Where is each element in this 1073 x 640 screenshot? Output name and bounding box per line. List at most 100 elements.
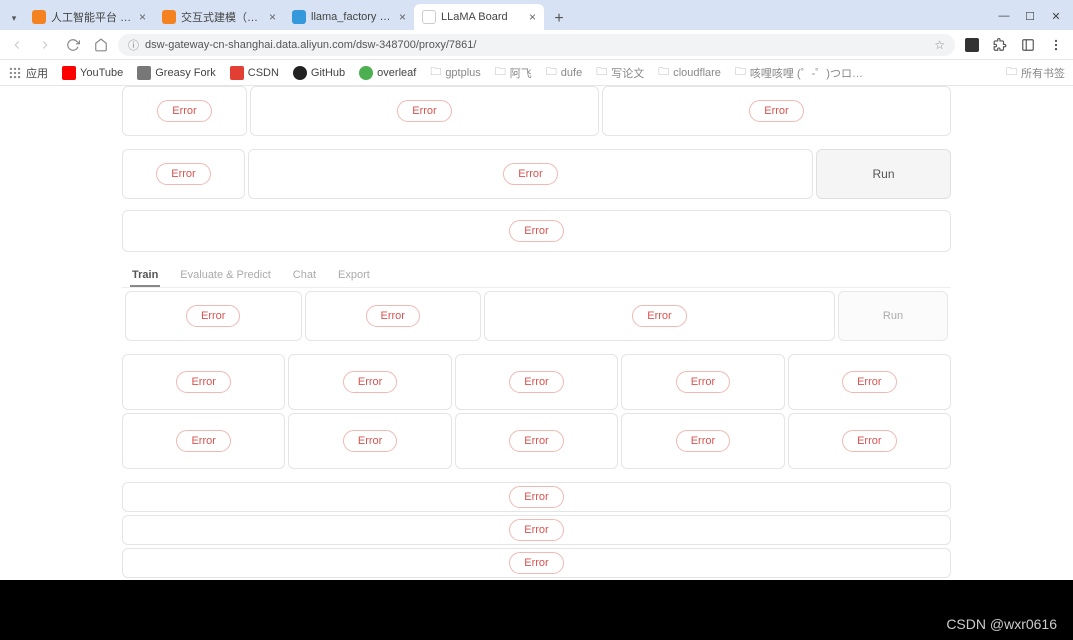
bookmarks-bar: 应用 YouTube Greasy Fork CSDN GitHub overl… <box>0 60 1073 86</box>
bookmark-folder[interactable]: 🗀写论文 <box>596 63 644 82</box>
folder-icon: 🗀 <box>596 63 607 82</box>
bookmark-label: 所有书签 <box>1021 65 1065 81</box>
panel: Error <box>122 354 285 410</box>
bookmark-label: overleaf <box>377 67 416 79</box>
bookmark-label: GitHub <box>311 67 345 79</box>
browser-tab[interactable]: 人工智能平台 PAI_机器学习… × <box>24 4 154 30</box>
panel: Error <box>484 291 835 341</box>
tab-favicon <box>162 10 176 24</box>
bookmark-label: YouTube <box>80 67 123 79</box>
close-window-button[interactable]: ✕ <box>1043 2 1069 30</box>
error-badge: Error <box>509 519 563 541</box>
folder-icon: 🗀 <box>495 63 506 82</box>
browser-tab[interactable]: llama_factory · DSW × <box>284 4 414 30</box>
error-badge: Error <box>632 305 686 327</box>
site-info-icon[interactable]: ⓘ <box>128 37 139 53</box>
panel: Error <box>122 210 951 252</box>
folder-icon: 🗀 <box>1006 63 1017 82</box>
bookmark-label: 应用 <box>26 65 48 81</box>
tab-evaluate[interactable]: Evaluate & Predict <box>178 265 273 287</box>
panel: Error <box>788 413 951 469</box>
sidebar-icon[interactable] <box>1017 34 1039 56</box>
panel: Error <box>602 86 951 136</box>
reload-button[interactable] <box>62 34 84 56</box>
bookmark-folder[interactable]: 🗀 dufe <box>546 63 582 82</box>
folder-icon: 🗀 <box>546 63 557 82</box>
close-icon[interactable]: × <box>269 10 276 24</box>
panel: Error <box>122 515 951 545</box>
panel: Error <box>122 413 285 469</box>
error-badge: Error <box>503 163 557 185</box>
tab-title: llama_factory · DSW <box>311 11 394 23</box>
folder-icon: 🗀 <box>430 63 441 82</box>
bookmark-label: gptplus <box>445 67 480 79</box>
back-button[interactable] <box>6 34 28 56</box>
bookmark-folder[interactable]: 🗀阿飞 <box>495 63 532 82</box>
extensions-puzzle-icon[interactable] <box>989 34 1011 56</box>
bookmark-item[interactable]: YouTube <box>62 66 123 80</box>
panel: Error <box>455 354 618 410</box>
run-button-secondary[interactable]: Run <box>838 291 948 341</box>
overleaf-icon <box>359 66 373 80</box>
bookmark-label: dufe <box>561 67 582 79</box>
bookmark-all-folder[interactable]: 🗀所有书签 <box>1006 63 1065 82</box>
error-badge: Error <box>509 371 563 393</box>
csdn-icon <box>230 66 244 80</box>
star-icon[interactable]: ☆ <box>934 38 945 52</box>
panel: Error <box>455 413 618 469</box>
tab-chat[interactable]: Chat <box>291 265 318 287</box>
tab-train[interactable]: Train <box>130 265 160 287</box>
panel: Error <box>250 86 599 136</box>
panel: Error <box>788 354 951 410</box>
bookmark-folder[interactable]: 🗀 gptplus <box>430 63 480 82</box>
bookmark-item[interactable]: Greasy Fork <box>137 66 216 80</box>
bookmark-item[interactable]: overleaf <box>359 66 416 80</box>
tab-title: LLaMA Board <box>441 11 524 23</box>
error-badge: Error <box>749 100 803 122</box>
address-bar: ⓘ dsw-gateway-cn-shanghai.data.aliyun.co… <box>0 30 1073 60</box>
run-button[interactable]: Run <box>816 149 951 199</box>
tab-export[interactable]: Export <box>336 265 372 287</box>
close-icon[interactable]: × <box>399 10 406 24</box>
bookmark-label: CSDN <box>248 67 279 79</box>
bookmark-label: Greasy Fork <box>155 67 216 79</box>
panel: Error <box>122 86 247 136</box>
error-badge: Error <box>366 305 420 327</box>
bookmark-item[interactable]: GitHub <box>293 66 345 80</box>
error-badge: Error <box>842 430 896 452</box>
error-badge: Error <box>676 430 730 452</box>
greasyfork-icon <box>137 66 151 80</box>
url-field[interactable]: ⓘ dsw-gateway-cn-shanghai.data.aliyun.co… <box>118 34 955 56</box>
bookmark-apps[interactable]: 应用 <box>8 65 48 81</box>
close-icon[interactable]: × <box>529 10 536 24</box>
error-badge: Error <box>176 371 230 393</box>
browser-tab-strip: ▾ 人工智能平台 PAI_机器学习… × 交互式建模（DSW） × llama_… <box>0 0 1073 30</box>
bookmark-folder[interactable]: 🗀咳哩咳哩 (゜-゜)つロ… <box>735 63 863 82</box>
tab-title: 交互式建模（DSW） <box>181 9 264 25</box>
panel: Error <box>621 413 784 469</box>
close-icon[interactable]: × <box>139 10 146 24</box>
error-badge: Error <box>842 371 896 393</box>
panel: Error <box>248 149 813 199</box>
new-tab-button[interactable]: + <box>548 8 570 30</box>
browser-tab-active[interactable]: LLaMA Board × <box>414 4 544 30</box>
panel: Error <box>305 291 482 341</box>
bookmark-folder[interactable]: 🗀cloudflare <box>658 63 721 82</box>
minimize-button[interactable]: — <box>991 2 1017 30</box>
error-badge: Error <box>509 430 563 452</box>
bookmark-item[interactable]: CSDN <box>230 66 279 80</box>
error-badge: Error <box>157 100 211 122</box>
forward-button[interactable] <box>34 34 56 56</box>
watermark: CSDN @wxr0616 <box>946 616 1057 632</box>
extension-icon[interactable] <box>961 34 983 56</box>
menu-icon[interactable] <box>1045 34 1067 56</box>
tab-favicon <box>292 10 306 24</box>
home-button[interactable] <box>90 34 112 56</box>
maximize-button[interactable]: ☐ <box>1017 2 1043 30</box>
browser-tab[interactable]: 交互式建模（DSW） × <box>154 4 284 30</box>
error-badge: Error <box>676 371 730 393</box>
folder-icon: 🗀 <box>658 63 669 82</box>
tab-favicon <box>32 10 46 24</box>
tabs-dropdown-button[interactable]: ▾ <box>4 6 24 30</box>
error-badge: Error <box>176 430 230 452</box>
